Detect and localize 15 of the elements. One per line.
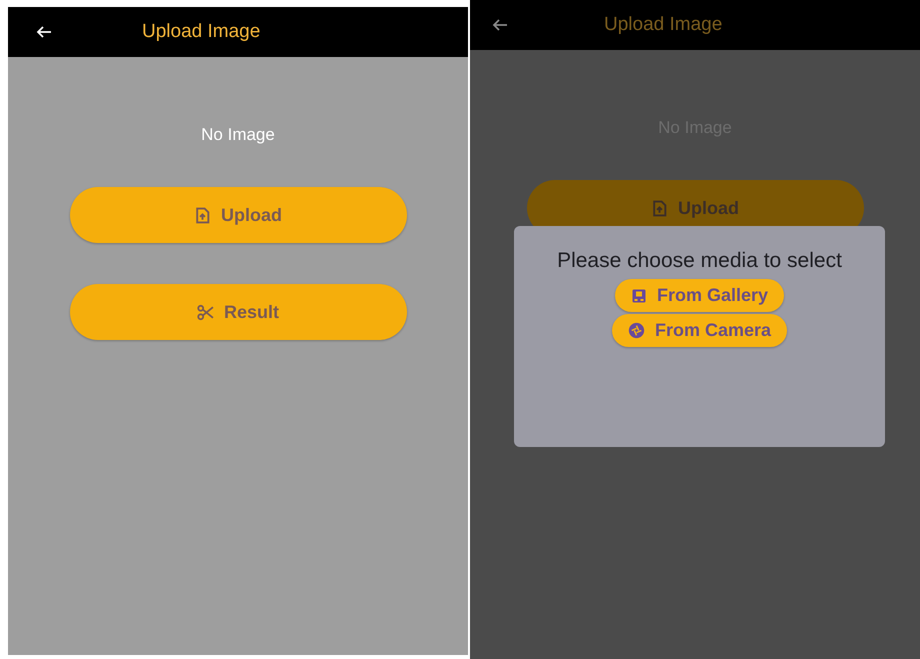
file-upload-icon	[194, 206, 211, 224]
back-arrow-icon[interactable]	[36, 24, 52, 40]
camera-aperture-icon	[628, 322, 645, 339]
screen-title: Upload Image	[604, 14, 722, 36]
no-image-text: No Image	[201, 125, 275, 145]
scissors-icon	[196, 304, 214, 320]
file-upload-icon	[651, 200, 668, 216]
result-button[interactable]: Result	[70, 284, 406, 340]
dialog-message: Please choose media to select	[556, 248, 843, 274]
back-arrow-icon[interactable]	[492, 17, 508, 33]
camera-button[interactable]: From Camera	[612, 314, 788, 347]
screen-title: Upload Image	[142, 21, 260, 43]
photo-icon	[630, 288, 647, 304]
upload-button[interactable]: Upload	[70, 187, 406, 243]
gallery-button[interactable]: From Gallery	[614, 279, 784, 312]
